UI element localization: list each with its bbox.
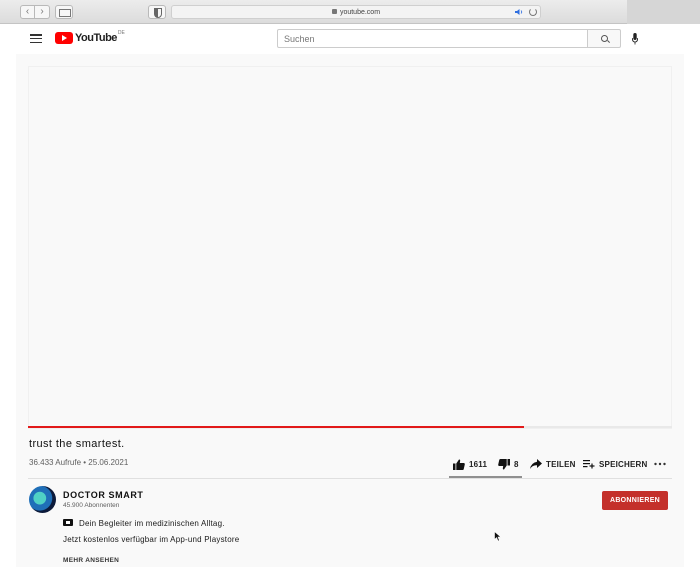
dislike-button[interactable]: 8: [498, 454, 519, 474]
like-count: 1611: [469, 459, 488, 469]
description-text-1: Dein Begleiter im medizinischen Alltag.: [79, 519, 225, 528]
share-icon: [530, 459, 542, 469]
logo-wordmark: YouTube: [75, 32, 117, 44]
country-code: DE: [117, 30, 125, 36]
share-label: TEILEN: [546, 459, 576, 469]
privacy-shield-icon[interactable]: [148, 5, 166, 19]
speaker-icon[interactable]: [515, 8, 524, 16]
share-button[interactable]: TEILEN: [530, 454, 576, 474]
more-horiz-icon: [654, 462, 666, 466]
reload-icon[interactable]: [529, 8, 537, 16]
app-badge-icon: [63, 519, 73, 526]
address-bar[interactable]: youtube.com: [171, 5, 541, 19]
search-button[interactable]: [587, 29, 621, 48]
video-progress-fill: [28, 426, 524, 428]
like-button[interactable]: 1611: [453, 454, 487, 474]
video-player[interactable]: [28, 66, 672, 429]
playlist-add-icon: [583, 460, 595, 469]
forward-button[interactable]: ›: [35, 5, 50, 19]
url-text: youtube.com: [339, 9, 381, 16]
video-progress-bar[interactable]: [28, 426, 672, 428]
divider: [28, 478, 672, 479]
back-button[interactable]: ‹: [20, 5, 35, 19]
microphone-icon[interactable]: [632, 33, 638, 45]
mouse-cursor-icon: [494, 531, 502, 542]
save-label: SPEICHERN: [599, 459, 648, 469]
browser-toolbar: ‹ › youtube.com: [0, 0, 700, 24]
description-line-1: Dein Begleiter im medizinischen Alltag.: [63, 519, 225, 528]
show-more-button[interactable]: MEHR ANSEHEN: [63, 557, 119, 564]
youtube-header: YouTube DE: [0, 24, 700, 54]
thumbs-up-icon: [453, 458, 465, 470]
save-button[interactable]: SPEICHERN: [583, 454, 647, 474]
thumbs-down-icon: [498, 458, 510, 470]
browser-toolbar-right: [627, 0, 700, 24]
channel-name[interactable]: DOCTOR SMART: [63, 490, 144, 500]
hamburger-menu-icon[interactable]: [30, 34, 42, 44]
more-actions-button[interactable]: [654, 454, 666, 474]
search-input[interactable]: [278, 30, 587, 47]
channel-avatar[interactable]: [29, 486, 56, 513]
description-line-2: Jetzt kostenlos verfügbar im App-und Pla…: [63, 535, 240, 544]
sidebar-toggle-icon[interactable]: [55, 5, 73, 19]
video-meta: 36.433 Aufrufe • 25.06.2021: [29, 458, 129, 467]
search-box: [277, 29, 588, 48]
browser-nav-group: ‹ ›: [20, 5, 50, 19]
youtube-logo[interactable]: YouTube DE: [55, 30, 125, 45]
dislike-count: 8: [514, 459, 519, 469]
subscriber-count: 45.900 Abonnenten: [63, 502, 120, 509]
video-title: trust the smartest.: [29, 438, 125, 450]
play-logo-icon: [55, 32, 73, 44]
search-icon: [601, 35, 608, 42]
url-display: youtube.com: [172, 7, 540, 18]
subscribe-button[interactable]: ABONNIEREN: [602, 491, 668, 510]
lock-icon: [331, 9, 337, 14]
